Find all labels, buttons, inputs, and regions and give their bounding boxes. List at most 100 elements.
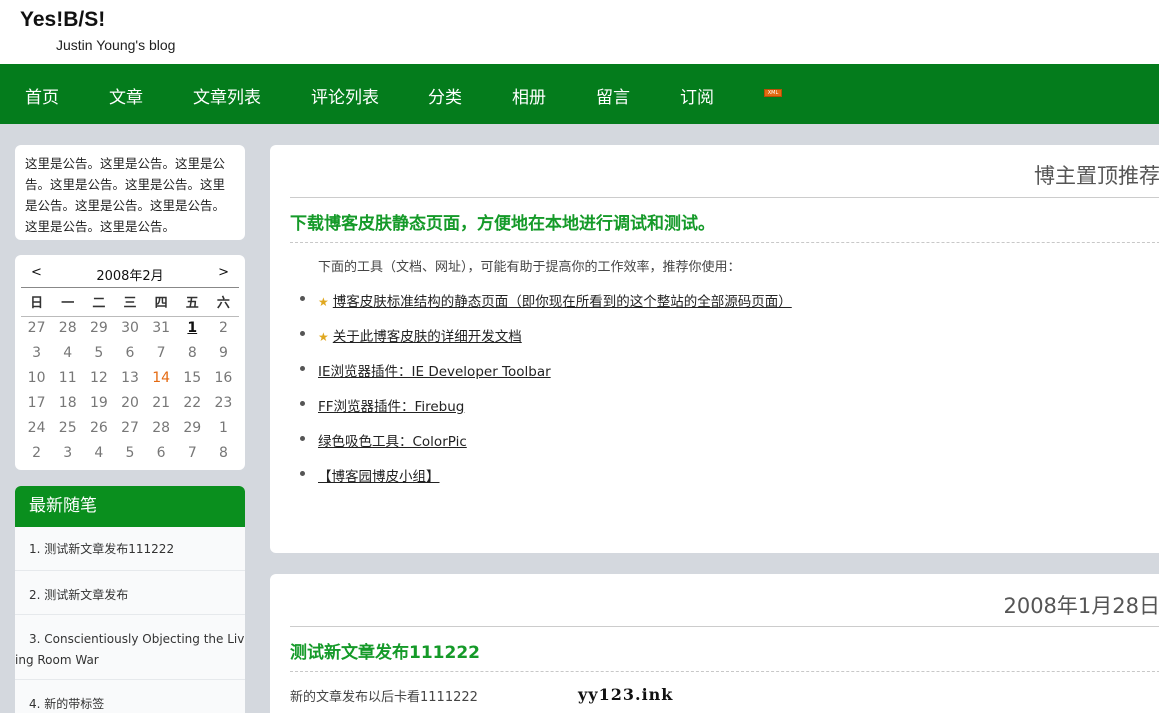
calendar-day: 15 bbox=[183, 370, 202, 386]
calendar-day: 7 bbox=[187, 445, 197, 461]
post-panel: 2008年1月28日 测试新文章发布111222 新的文章发布以后卡看11112… bbox=[270, 574, 1159, 713]
calendar-day: 19 bbox=[89, 395, 108, 411]
calendar-day: 29 bbox=[183, 420, 202, 436]
calendar-header: 2008年2月 < > bbox=[15, 265, 245, 285]
calendar-day: 16 bbox=[214, 370, 233, 386]
calendar-day: 25 bbox=[58, 420, 77, 436]
notice-text: 这里是公告。这里是公告。这里是公告。这里是公告。这里是公告。这里是公告。这里是公… bbox=[25, 156, 226, 234]
pinned-link-item: ★ 博客皮肤标准结构的静态页面（即你现在所看到的这个整站的全部源码页面） bbox=[300, 290, 792, 325]
nav-subscribe[interactable]: 订阅 bbox=[680, 83, 714, 108]
pinned-post-panel: 博主置顶推荐 下载博客皮肤静态页面，方便地在本地进行调试和测试。 下面的工具（文… bbox=[270, 145, 1159, 553]
calendar-weekday: 六 bbox=[216, 296, 230, 311]
calendar-title: 2008年2月 bbox=[96, 269, 164, 284]
calendar-day: 18 bbox=[58, 395, 77, 411]
calendar-day: 5 bbox=[94, 345, 104, 361]
section-title-pinned: 博主置顶推荐 bbox=[1034, 164, 1159, 188]
recent-post-link[interactable]: 1. 测试新文章发布111222 bbox=[29, 540, 245, 557]
calendar-day: 28 bbox=[58, 320, 77, 336]
pinned-link-item: FF浏览器插件：Firebug bbox=[300, 395, 792, 430]
calendar-day: 22 bbox=[183, 395, 202, 411]
calendar-day-link[interactable]: 1 bbox=[177, 316, 208, 341]
calendar-day: 30 bbox=[121, 320, 139, 336]
calendar-day: 23 bbox=[214, 395, 233, 411]
calendar-day: 24 bbox=[27, 420, 46, 436]
pinned-link-list: ★ 博客皮肤标准结构的静态页面（即你现在所看到的这个整站的全部源码页面） ★ 关于此博… bbox=[300, 290, 792, 500]
calendar-day: 3 bbox=[32, 345, 42, 361]
nav-categories[interactable]: 分类 bbox=[428, 83, 462, 108]
post-title-divider bbox=[290, 671, 1159, 672]
calendar-prev-month-icon[interactable]: < bbox=[31, 265, 42, 280]
calendar-day: 31 bbox=[152, 320, 171, 336]
pinned-link-item: ★ 关于此博客皮肤的详细开发文档 bbox=[300, 325, 792, 360]
recent-post-item[interactable]: 4. 新的带标签 bbox=[15, 680, 245, 713]
star-icon: ★ bbox=[318, 295, 329, 309]
recent-post-item[interactable]: 3. Conscientiously Objecting the Living … bbox=[15, 615, 245, 680]
calendar-day: 13 bbox=[121, 370, 139, 386]
calendar-day: 26 bbox=[89, 420, 108, 436]
calendar-grid: 日一二三四五六 27 28 29 30 31 1 2 3 4 5 6 7 8 9 10 11 12 13 14 15 16… bbox=[21, 291, 239, 466]
pinned-link[interactable]: 【博客园博皮小组】 bbox=[318, 469, 440, 485]
recent-posts-panel: 最新随笔 1. 测试新文章发布111222 2. 测试新文章发布 3. Cons… bbox=[15, 486, 245, 713]
recent-post-item[interactable]: 1. 测试新文章发布111222 bbox=[15, 527, 245, 571]
calendar-weekday: 一 bbox=[61, 296, 75, 311]
calendar-day: 8 bbox=[187, 345, 197, 361]
pinned-link[interactable]: 绿色吸色工具：ColorPic bbox=[318, 434, 467, 450]
section-divider bbox=[290, 197, 1159, 198]
calendar-day: 5 bbox=[125, 445, 135, 461]
calendar-next-month-icon[interactable]: > bbox=[218, 265, 229, 280]
nav-articles[interactable]: 文章 bbox=[109, 83, 143, 108]
nav-guestbook[interactable]: 留言 bbox=[596, 83, 630, 108]
pinned-post-title[interactable]: 下载博客皮肤静态页面，方便地在本地进行调试和测试。 bbox=[290, 209, 715, 234]
calendar-day: 7 bbox=[156, 345, 166, 361]
site-title[interactable]: Yes!B/S! bbox=[20, 8, 105, 32]
calendar-day: 1 bbox=[218, 420, 228, 436]
watermark: yy123.ink bbox=[578, 685, 674, 704]
calendar-day: 6 bbox=[125, 345, 135, 361]
calendar-day: 10 bbox=[27, 370, 46, 386]
notice-panel: 这里是公告。这里是公告。这里是公告。这里是公告。这里是公告。这里是公告。这里是公… bbox=[15, 145, 245, 240]
recent-post-link[interactable]: 3. Conscientiously Objecting the Living … bbox=[15, 629, 245, 671]
calendar-day-today: 14 bbox=[152, 370, 171, 386]
calendar-weekday: 五 bbox=[185, 296, 199, 311]
calendar-day: 6 bbox=[156, 445, 166, 461]
pinned-link[interactable]: 博客皮肤标准结构的静态页面（即你现在所看到的这个整站的全部源码页面） bbox=[333, 294, 792, 310]
pinned-link[interactable]: 关于此博客皮肤的详细开发文档 bbox=[333, 329, 522, 345]
calendar-day: 8 bbox=[218, 445, 228, 461]
section-divider bbox=[290, 626, 1159, 627]
nav-album[interactable]: 相册 bbox=[512, 83, 546, 108]
pinned-link-item: 绿色吸色工具：ColorPic bbox=[300, 430, 792, 465]
recent-post-link[interactable]: 4. 新的带标签 bbox=[29, 695, 245, 712]
post-title[interactable]: 测试新文章发布111222 bbox=[290, 638, 480, 663]
calendar-day: 27 bbox=[121, 420, 139, 436]
calendar-day: 27 bbox=[27, 320, 46, 336]
calendar-day: 3 bbox=[63, 445, 73, 461]
nav-comment-list[interactable]: 评论列表 bbox=[311, 83, 379, 108]
calendar-day: 21 bbox=[152, 395, 171, 411]
pinned-post-intro: 下面的工具（文档、网址），可能有助于提高你的工作效率，推荐你使用： bbox=[318, 260, 741, 275]
star-icon: ★ bbox=[318, 330, 329, 344]
pinned-link-item: IE浏览器插件：IE Developer Toolbar bbox=[300, 360, 792, 395]
nav-article-list[interactable]: 文章列表 bbox=[193, 83, 261, 108]
calendar-day: 4 bbox=[94, 445, 104, 461]
post-description: 新的文章发布以后卡看1111222 bbox=[290, 690, 478, 705]
site-header: Yes!B/S! Justin Young's blog bbox=[0, 0, 1159, 64]
pinned-link-item: 【博客园博皮小组】 bbox=[300, 465, 792, 500]
pinned-link[interactable]: FF浏览器插件：Firebug bbox=[318, 399, 464, 415]
calendar-day: 11 bbox=[58, 370, 77, 386]
recent-posts-title: 最新随笔 bbox=[15, 486, 245, 527]
calendar-divider bbox=[21, 287, 239, 288]
calendar-day: 2 bbox=[32, 445, 42, 461]
calendar-panel: 2008年2月 < > 日一二三四五六 27 28 29 30 31 1 2 3 4 5 6 7 8 9 10… bbox=[15, 255, 245, 470]
recent-post-link[interactable]: 2. 测试新文章发布 bbox=[29, 586, 245, 603]
calendar-weekday: 三 bbox=[123, 296, 137, 311]
calendar-weekday: 二 bbox=[92, 296, 106, 311]
calendar-day: 28 bbox=[152, 420, 171, 436]
site-subtitle: Justin Young's blog bbox=[56, 37, 176, 53]
pinned-link[interactable]: IE浏览器插件：IE Developer Toolbar bbox=[318, 364, 551, 380]
calendar-day: 17 bbox=[27, 395, 46, 411]
calendar-weekday: 日 bbox=[30, 296, 44, 311]
main-nav: 首页 文章 文章列表 评论列表 分类 相册 留言 订阅 bbox=[0, 64, 1159, 124]
rss-feed-icon[interactable]: XML bbox=[764, 89, 782, 97]
nav-home[interactable]: 首页 bbox=[25, 83, 59, 108]
recent-post-item[interactable]: 2. 测试新文章发布 bbox=[15, 571, 245, 615]
